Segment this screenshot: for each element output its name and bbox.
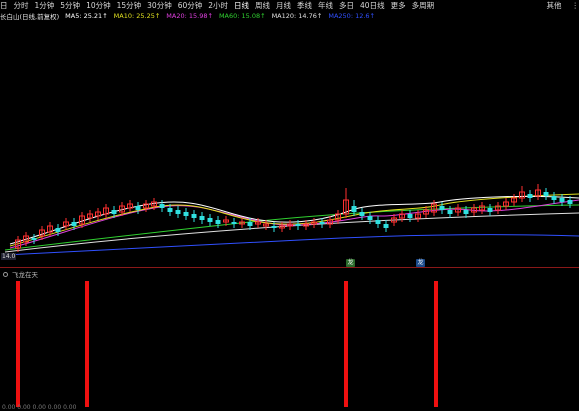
candle-body <box>31 238 37 240</box>
ma10-line <box>9 193 579 247</box>
candle-body <box>207 218 213 222</box>
signal-marker: 龙 <box>346 259 355 267</box>
candle-body <box>247 222 253 226</box>
candle-body <box>183 212 189 216</box>
candle-body <box>351 206 357 212</box>
candle-body <box>543 192 549 196</box>
candle-body <box>527 194 533 198</box>
candle-body <box>55 228 61 232</box>
candle-body <box>295 224 301 226</box>
price-chart[interactable] <box>0 0 579 411</box>
candle-body <box>383 224 389 228</box>
candle-body <box>231 222 237 224</box>
candle-body <box>567 200 573 204</box>
candle-body <box>439 206 445 210</box>
candle-body <box>559 198 565 202</box>
candle-body <box>551 196 557 200</box>
candle-body <box>159 204 165 208</box>
candle-body <box>199 216 205 220</box>
signal-bar <box>434 281 438 407</box>
candle-body <box>359 212 365 216</box>
candle-body <box>191 214 197 218</box>
candle-body <box>215 220 221 224</box>
candle-body <box>375 220 381 224</box>
panel-divider[interactable] <box>0 267 579 268</box>
candle-body <box>367 216 373 220</box>
candle-body <box>487 208 493 212</box>
signal-marker: 龙 <box>416 259 425 267</box>
candle-body <box>447 210 453 214</box>
settings-circle-icon[interactable] <box>3 271 8 277</box>
sub-panel-header: 飞龙在天 <box>3 269 38 279</box>
candle-body <box>175 210 181 214</box>
ma120-line <box>4 212 579 253</box>
candle-body <box>167 208 173 212</box>
candle-body <box>407 214 413 218</box>
candle-body <box>111 210 117 214</box>
signal-bar <box>16 281 20 407</box>
bottom-readout: 0.00 0.00 0.00 0.00 0.00 <box>2 404 77 411</box>
ma5-line <box>9 195 579 245</box>
ma60-line <box>4 204 579 251</box>
candle-body <box>135 206 141 210</box>
signal-bar <box>85 281 89 407</box>
sub-panel-title: 飞龙在天 <box>12 271 38 279</box>
candle-body <box>71 222 77 226</box>
signal-bar <box>344 281 348 407</box>
candle-body <box>463 210 469 214</box>
ma250-line <box>4 234 579 256</box>
candle-body <box>319 222 325 224</box>
price-axis-label: 14.0 <box>1 253 17 260</box>
candle-body <box>271 226 277 228</box>
